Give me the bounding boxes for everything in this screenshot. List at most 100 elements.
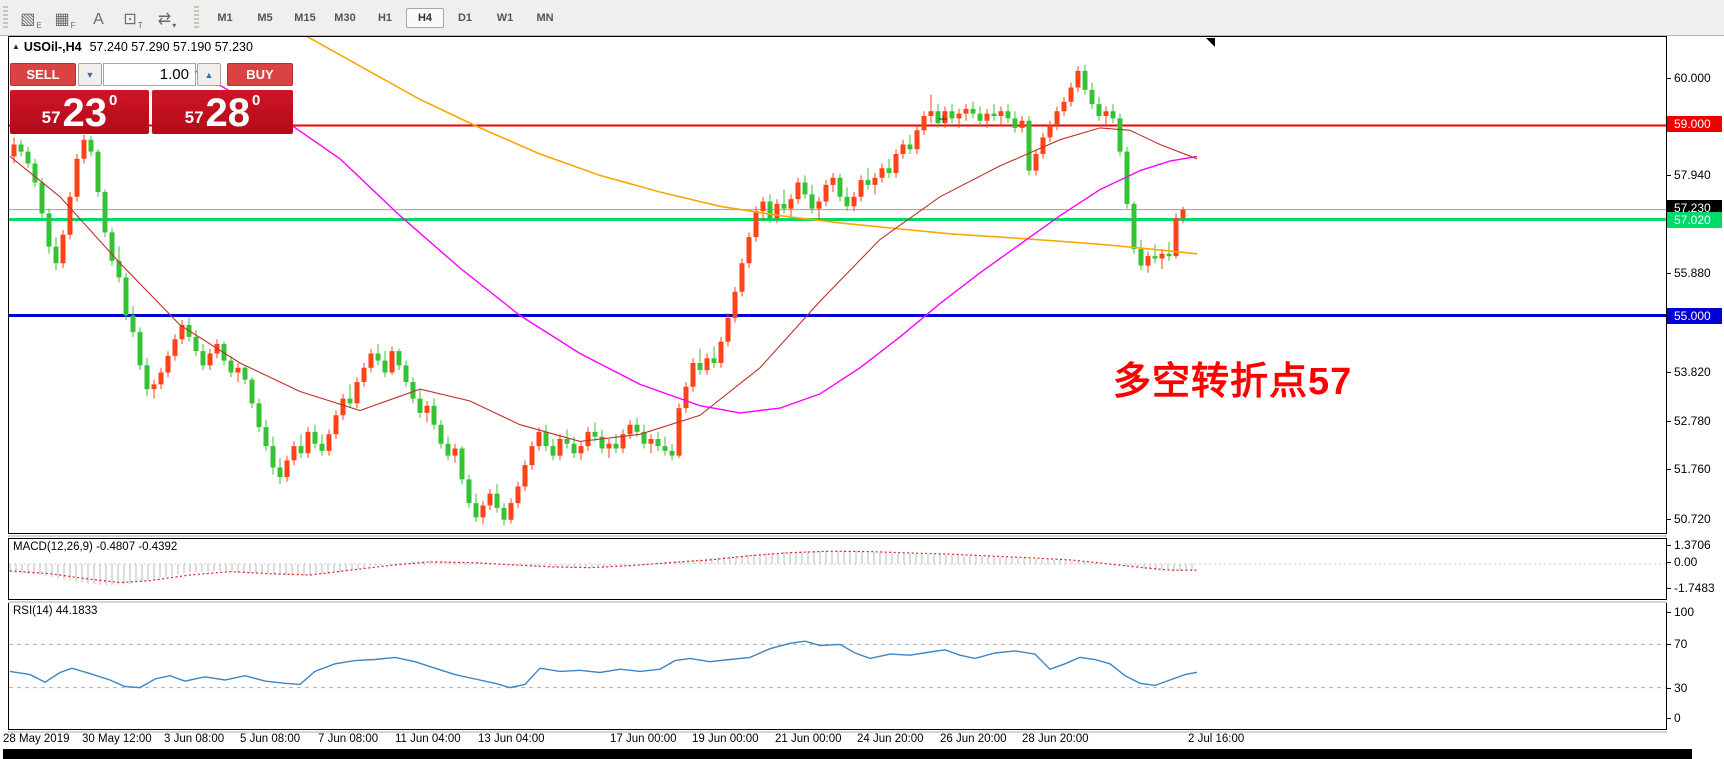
volume-increase-button[interactable]: ▲ <box>197 63 221 86</box>
chart-annotation-text: 多空转折点57 <box>1113 350 1352 405</box>
date-axis-label: 17 Jun 00:00 <box>610 733 677 745</box>
axis-tick <box>1667 688 1671 689</box>
price-axis-label: 55.880 <box>1667 266 1724 280</box>
sell-price-small: 57 <box>42 108 61 128</box>
macd-signal-line <box>10 551 1197 582</box>
price-axis-label: 57.940 <box>1667 168 1724 182</box>
price-axis-label: 51.760 <box>1667 462 1724 476</box>
panel-splitter[interactable] <box>8 535 1667 537</box>
buy-price-sup: 0 <box>252 92 260 109</box>
ma-magenta-line <box>195 71 1197 413</box>
trading-terminal-window: ▧E▦FA⊡T⇄▾ M1M5M15M30H1H4D1W1MN ▲ USOil-,H… <box>0 0 1724 759</box>
price-axis-label: 50.720 <box>1667 512 1724 526</box>
ma-orange-line <box>305 37 1197 254</box>
price-axis-label: 60.000 <box>1667 71 1724 85</box>
volume-decrease-button[interactable]: ▼ <box>78 63 102 86</box>
rsi-label: RSI(14) 44.1833 <box>13 605 97 617</box>
timeframe-button-w1[interactable]: W1 <box>486 8 524 28</box>
indicator-axis-label: 70 <box>1667 637 1724 651</box>
axis-tick <box>1667 78 1671 79</box>
text-box-icon[interactable]: ⊡T <box>118 5 148 31</box>
indicator-axis-label: 100 <box>1667 605 1724 619</box>
axis-tick <box>1667 562 1671 563</box>
buy-price-big: 28 <box>206 94 251 132</box>
sell-price-tile[interactable]: 57 23 0 <box>10 90 149 134</box>
macd-label: MACD(12,26,9) -0.4807 -0.4392 <box>13 541 177 553</box>
panel-splitter[interactable] <box>8 601 1667 603</box>
axis-tick <box>1667 644 1671 645</box>
sell-price-sup: 0 <box>109 92 117 109</box>
date-axis-label: 13 Jun 04:00 <box>478 733 545 745</box>
sell-button[interactable]: SELL <box>10 63 76 86</box>
price-axis-label: 59.000 <box>1667 116 1722 132</box>
chart-title: ▲ USOil-,H4 57.240 57.290 57.190 57.230 <box>12 40 253 54</box>
price-axis[interactable]: 60.00059.00057.94057.23057.02055.88055.0… <box>1667 36 1724 730</box>
timeframe-button-m5[interactable]: M5 <box>246 8 284 28</box>
axis-tick <box>1667 273 1671 274</box>
date-axis-label: 26 Jun 20:00 <box>940 733 1007 745</box>
timeframe-button-m1[interactable]: M1 <box>206 8 244 28</box>
panel-splitter[interactable] <box>8 731 1667 733</box>
timeframe-button-h4[interactable]: H4 <box>406 8 444 28</box>
date-axis-label: 28 May 2019 <box>3 733 70 745</box>
rsi-chart <box>9 603 1666 729</box>
buy-price-small: 57 <box>185 108 204 128</box>
date-axis-label: 21 Jun 00:00 <box>775 733 842 745</box>
top-toolbar: ▧E▦FA⊡T⇄▾ M1M5M15M30H1H4D1W1MN <box>0 0 1724 36</box>
grid-snap-icon[interactable]: ▦F <box>50 5 80 31</box>
date-axis-label: 30 May 12:00 <box>82 733 152 745</box>
symbol-label: USOil-,H4 <box>24 40 82 54</box>
axis-tick <box>1667 612 1671 613</box>
date-axis-label: 11 Jun 04:00 <box>395 733 461 745</box>
timeframe-button-h1[interactable]: H1 <box>366 8 404 28</box>
indicator-axis-label: 0.00 <box>1667 555 1724 569</box>
axis-tick <box>1667 421 1671 422</box>
timeframe-button-m15[interactable]: M15 <box>286 8 324 28</box>
ohlc-values: 57.240 57.290 57.190 57.230 <box>90 40 253 54</box>
axis-tick <box>1667 718 1671 719</box>
text-label-icon[interactable]: A <box>84 5 114 31</box>
scroll-anchor-marker-icon[interactable] <box>1206 38 1215 47</box>
axis-tick <box>1667 175 1671 176</box>
macd-chart <box>9 539 1666 599</box>
price-axis-label: 53.820 <box>1667 365 1724 379</box>
timeframe-toolbar-drag-handle[interactable] <box>194 6 199 30</box>
time-axis[interactable]: 28 May 2019 30 May 12:00 3 Jun 08:00 5 Jun … <box>0 731 1724 748</box>
price-axis-label: 57.020 <box>1667 212 1722 228</box>
toolbar-icons: ▧E▦FA⊡T⇄▾ <box>14 5 184 31</box>
rsi-line <box>10 641 1197 687</box>
arrange-objects-icon[interactable]: ⇄▾ <box>152 5 182 31</box>
date-axis-label: 2 Jul 16:00 <box>1188 733 1244 745</box>
date-axis-label: 7 Jun 08:00 <box>318 733 378 745</box>
price-axis-label: 52.780 <box>1667 414 1724 428</box>
axis-tick <box>1667 545 1671 546</box>
timeframe-button-m30[interactable]: M30 <box>326 8 364 28</box>
date-axis-label: 3 Jun 08:00 <box>164 733 224 745</box>
indicator-axis-label: -1.7483 <box>1667 581 1724 595</box>
date-axis-label: 24 Jun 20:00 <box>857 733 924 745</box>
ma-red-line <box>10 128 1197 442</box>
price-axis-label: 55.000 <box>1667 308 1722 324</box>
axis-tick <box>1667 469 1671 470</box>
macd-histogram <box>10 551 1192 586</box>
timeframe-button-mn[interactable]: MN <box>526 8 564 28</box>
bottom-status-bar <box>3 749 1692 759</box>
axis-tick <box>1667 588 1671 589</box>
date-axis-label: 5 Jun 08:00 <box>240 733 300 745</box>
timeframe-button-d1[interactable]: D1 <box>446 8 484 28</box>
date-axis-label: 19 Jun 00:00 <box>692 733 759 745</box>
indicator-axis-label: 0 <box>1667 711 1724 725</box>
buy-button[interactable]: BUY <box>227 63 293 86</box>
axis-tick <box>1667 372 1671 373</box>
sell-price-big: 23 <box>63 94 108 132</box>
chart-edit-icon[interactable]: ▧E <box>16 5 46 31</box>
date-axis-label: 28 Jun 20:00 <box>1022 733 1089 745</box>
volume-input[interactable] <box>103 63 196 86</box>
axis-tick <box>1667 519 1671 520</box>
indicator-axis-label: 30 <box>1667 681 1724 695</box>
timeframe-buttons: M1M5M15M30H1H4D1W1MN <box>205 8 565 28</box>
toolbar-drag-handle[interactable] <box>3 6 8 30</box>
buy-price-tile[interactable]: 57 28 0 <box>152 90 293 134</box>
indicator-axis-label: 1.3706 <box>1667 538 1724 552</box>
collapse-triangle-icon[interactable]: ▲ <box>12 42 20 51</box>
